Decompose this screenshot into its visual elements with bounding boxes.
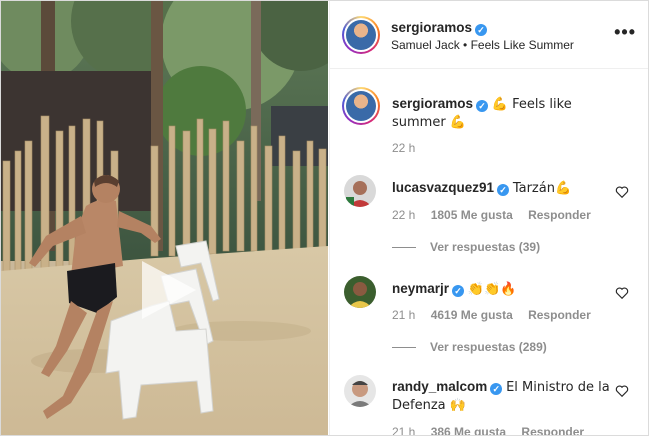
comment-username[interactable]: randy_malcom <box>392 379 487 394</box>
comment-meta: 21 h 386 Me gusta Responder <box>392 425 596 435</box>
comment-likes[interactable]: 4619 Me gusta <box>431 308 513 322</box>
view-replies-label: Ver respuestas (39) <box>430 240 541 254</box>
comment-likes[interactable]: 1805 Me gusta <box>431 208 513 222</box>
comment-username[interactable]: lucasvazquez91 <box>392 180 494 195</box>
post-video[interactable] <box>1 1 328 435</box>
play-icon[interactable] <box>134 257 200 323</box>
verified-badge-icon: ✓ <box>476 100 489 112</box>
comment-body: lucasvazquez91 ✓ Tarzán💪 <box>392 179 612 197</box>
comment-meta: 21 h 4619 Me gusta Responder <box>392 308 603 322</box>
author-username[interactable]: sergioramos <box>391 20 472 35</box>
verified-badge-icon: ✓ <box>475 24 488 36</box>
verified-badge-icon: ✓ <box>497 184 510 196</box>
view-replies-label: Ver respuestas (289) <box>430 340 547 354</box>
comment-time[interactable]: 21 h <box>392 308 415 322</box>
caption-username[interactable]: sergioramos <box>392 96 473 111</box>
divider <box>392 247 416 249</box>
caption-meta: 22 h <box>392 141 427 155</box>
reply-button[interactable]: Responder <box>528 208 591 222</box>
comment-text: 👏👏🔥 <box>467 282 517 297</box>
comment-time[interactable]: 21 h <box>392 425 415 435</box>
more-horizontal-icon[interactable]: ••• <box>614 23 636 41</box>
caption-avatar[interactable] <box>342 87 380 125</box>
caption-body: sergioramos ✓ 💪 Feels like summer 💪 <box>392 95 612 131</box>
comment-likes[interactable]: 386 Me gusta <box>431 425 506 435</box>
reply-button[interactable]: Responder <box>528 308 591 322</box>
comment-body: randy_malcom ✓ El Ministro de la Defenza … <box>392 378 617 414</box>
comment-body: neymarjr ✓ 👏👏🔥 <box>392 280 612 298</box>
view-replies-button[interactable]: Ver respuestas (289) <box>392 340 547 354</box>
commenter-avatar[interactable] <box>344 175 376 207</box>
verified-badge-icon: ✓ <box>452 285 465 297</box>
author-avatar[interactable] <box>342 16 380 54</box>
audio-subtitle[interactable]: Samuel Jack • Feels Like Summer <box>391 38 574 52</box>
view-replies-button[interactable]: Ver respuestas (39) <box>392 240 540 254</box>
comment-meta: 22 h 1805 Me gusta Responder <box>392 208 603 222</box>
heart-icon[interactable] <box>615 384 629 398</box>
verified-badge-icon: ✓ <box>490 383 503 395</box>
comment-username[interactable]: neymarjr <box>392 281 449 296</box>
post-sidebar: sergioramos ✓ Samuel Jack • Feels Like Su… <box>329 1 648 435</box>
reply-button[interactable]: Responder <box>521 425 584 435</box>
heart-icon[interactable] <box>615 286 629 300</box>
commenter-avatar[interactable] <box>344 276 376 308</box>
caption-time[interactable]: 22 h <box>392 141 415 155</box>
instagram-post: sergioramos ✓ Samuel Jack • Feels Like Su… <box>0 0 649 436</box>
video-frame <box>1 1 328 435</box>
divider <box>392 347 416 349</box>
comment-time[interactable]: 22 h <box>392 208 415 222</box>
commenter-avatar[interactable] <box>344 375 376 407</box>
comment-text: Tarzán💪 <box>512 181 572 196</box>
post-header: sergioramos ✓ Samuel Jack • Feels Like Su… <box>330 1 648 69</box>
heart-icon[interactable] <box>615 185 629 199</box>
